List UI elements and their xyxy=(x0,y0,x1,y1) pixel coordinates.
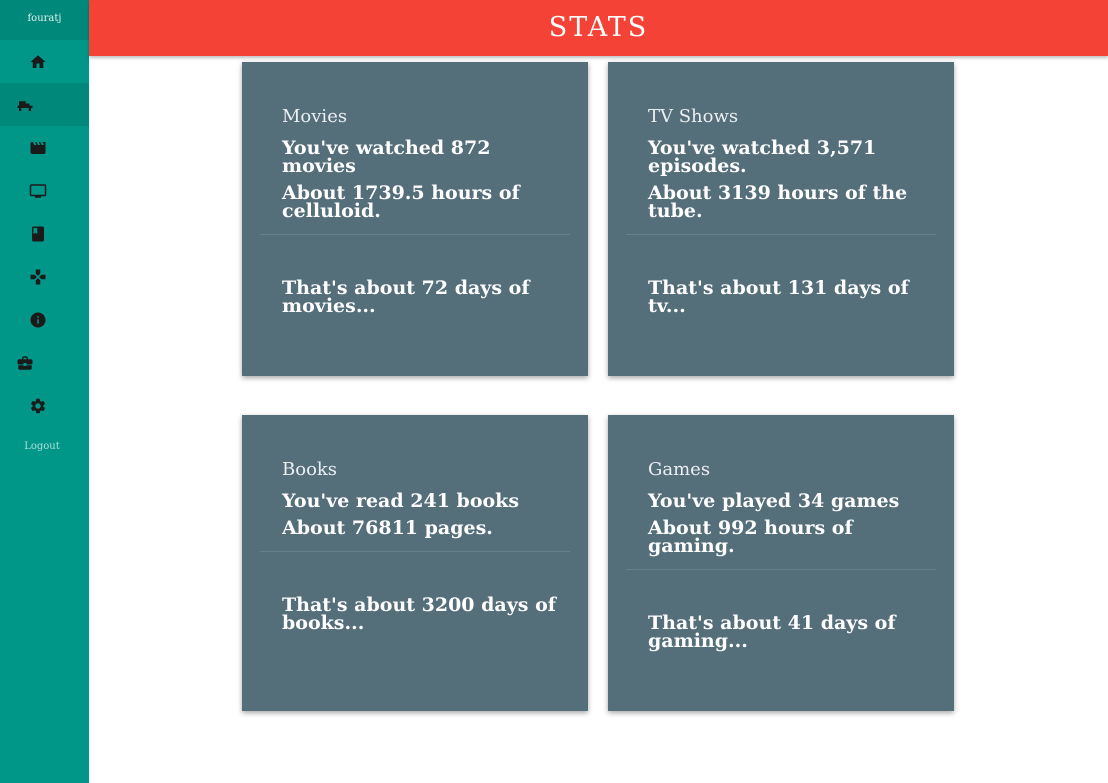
games-count-text: You've played 34 games xyxy=(648,490,900,512)
movies-count-text: You've watched 872 movies xyxy=(282,137,491,177)
books-pages-text: About 76811 pages. xyxy=(282,517,493,539)
couch-icon xyxy=(17,100,33,111)
logout-link[interactable]: Logout xyxy=(0,427,89,452)
sidebar-item-info[interactable] xyxy=(0,298,89,341)
tv-card-title: TV Shows xyxy=(648,106,739,127)
games-hours-text: About 992 hours of gaming. xyxy=(648,517,853,557)
page-title: STATS xyxy=(548,12,649,43)
book-icon xyxy=(31,226,44,241)
books-count-text: You've read 241 books xyxy=(282,490,520,512)
tv-card: TV Shows You've watched 3,571 episodes. … xyxy=(608,62,954,376)
tv-hours-text: About 3139 hours of the tube. xyxy=(648,182,908,222)
username-label: fouratj xyxy=(0,0,89,40)
sidebar-item-settings[interactable] xyxy=(0,384,89,427)
books-days-text: That's about 3200 days of books... xyxy=(282,594,556,634)
gamepad-icon xyxy=(30,269,45,284)
sidebar-item-books[interactable] xyxy=(0,212,89,255)
gear-icon xyxy=(30,398,45,413)
movies-days-text: That's about 72 days of movies... xyxy=(282,277,530,317)
games-days-text: That's about 41 days of gaming... xyxy=(648,612,896,652)
tv-icon xyxy=(29,183,46,198)
tv-count-text: You've watched 3,571 episodes. xyxy=(648,137,877,177)
movies-hours-text: About 1739.5 hours of celluloid. xyxy=(282,182,520,222)
home-icon xyxy=(30,54,45,68)
sidebar-item-home[interactable] xyxy=(0,40,89,83)
sidebar-item-games[interactable] xyxy=(0,255,89,298)
books-card-title: Books xyxy=(282,459,338,480)
info-icon xyxy=(30,312,45,327)
movies-card: Movies You've watched 872 movies About 1… xyxy=(242,62,588,376)
books-card: Books You've read 241 books About 76811 … xyxy=(242,415,588,711)
movies-card-title: Movies xyxy=(282,106,348,127)
tv-days-text: That's about 131 days of tv... xyxy=(648,277,909,317)
games-card-title: Games xyxy=(648,459,711,480)
sidebar: fouratj Logout xyxy=(0,0,89,783)
sidebar-item-work[interactable] xyxy=(0,341,89,384)
sidebar-item-couch[interactable] xyxy=(0,83,89,126)
briefcase-icon xyxy=(17,355,33,370)
games-card: Games You've played 34 games About 992 h… xyxy=(608,415,954,711)
sidebar-item-tv[interactable] xyxy=(0,169,89,212)
sidebar-item-movies[interactable] xyxy=(0,126,89,169)
movie-icon xyxy=(30,141,45,154)
top-app-bar: STATS xyxy=(89,0,1108,56)
